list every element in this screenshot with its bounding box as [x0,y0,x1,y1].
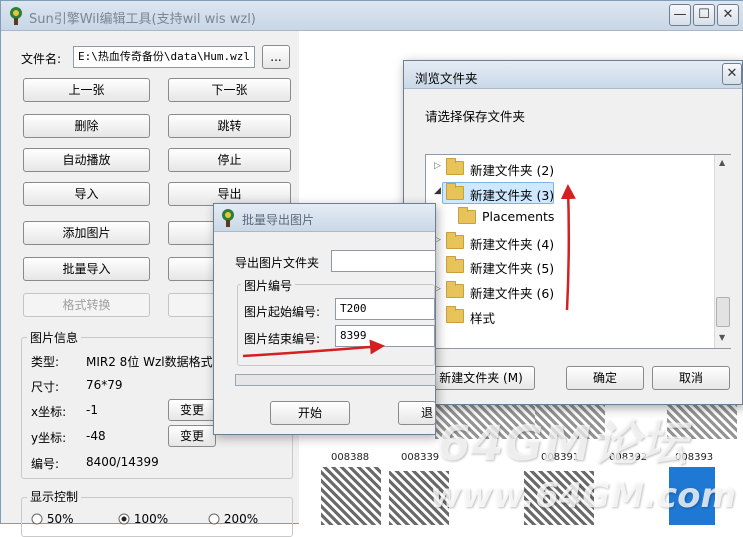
annotation-arrow-right [242,339,385,358]
watermark-logo: 64GM论坛 [437,416,687,472]
watermark-url: www.64GM.com [430,476,736,516]
annotation-arrow-up [560,184,576,311]
